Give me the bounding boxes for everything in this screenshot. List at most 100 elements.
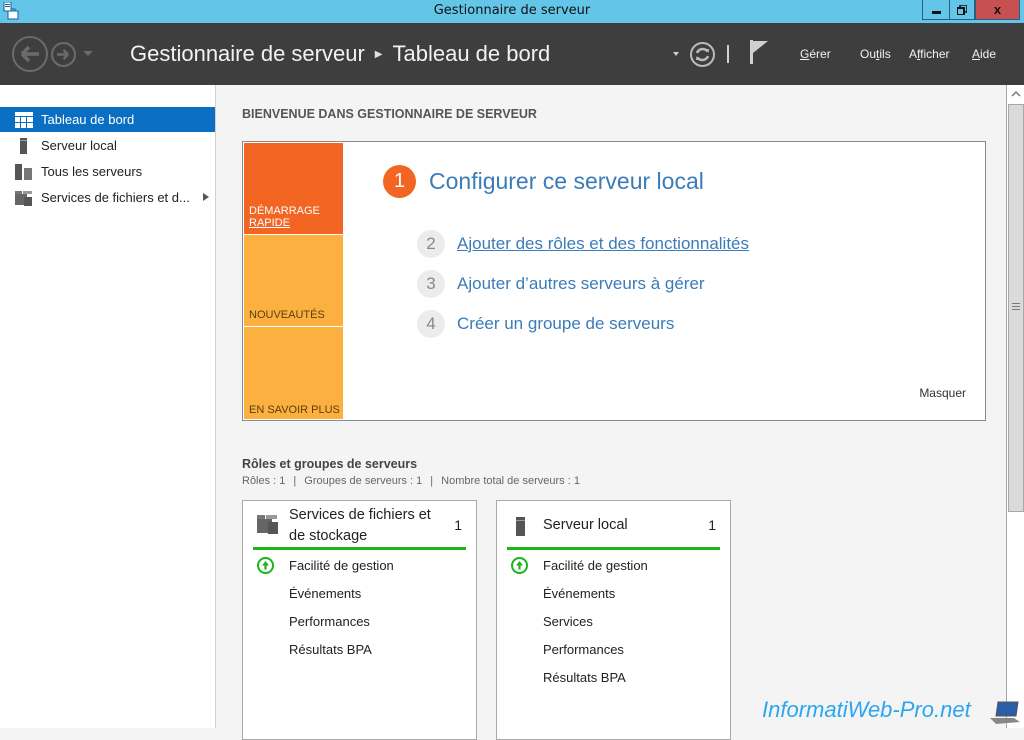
- tile-file-storage-services: Services de fichiers et de stockage 1 Fa…: [242, 500, 477, 740]
- minimize-button[interactable]: [922, 0, 950, 20]
- grip-line: [1012, 306, 1020, 307]
- servers-icon: [15, 163, 32, 180]
- tile-row-performance[interactable]: Performances: [289, 614, 370, 629]
- file-services-icon: [15, 190, 32, 206]
- title-bar: Gestionnaire de serveur x: [0, 0, 1024, 23]
- tile-row-bpa-results[interactable]: Résultats BPA: [289, 642, 372, 657]
- breadcrumb-current: Tableau de bord: [392, 41, 551, 66]
- tile-title-line1: Services de fichiers et: [289, 507, 431, 523]
- tile-count: 1: [454, 517, 462, 533]
- tile-row-manageability[interactable]: Facilité de gestion: [289, 558, 394, 573]
- step-create-server-group[interactable]: 4 Créer un groupe de serveurs: [417, 310, 674, 338]
- app-header: Gestionnaire de serveur ▶ Tableau de bor…: [0, 23, 1024, 85]
- notifications-flag-icon[interactable]: [749, 40, 769, 64]
- menu-tools[interactable]: Outils: [860, 47, 891, 61]
- arrow-left-icon: [20, 45, 39, 63]
- tile-title-line2: de stockage: [289, 528, 368, 544]
- sidebar-item-label: Serveur local: [41, 138, 117, 153]
- close-button[interactable]: x: [975, 0, 1020, 20]
- tile-count: 1: [708, 517, 716, 533]
- tile-row-bpa-results[interactable]: Résultats BPA: [543, 670, 626, 685]
- sidebar-item-label: Tous les serveurs: [41, 164, 143, 179]
- menu-manage-label: érer: [809, 47, 831, 61]
- tab-label: NOUVEAUTÉS: [249, 309, 325, 321]
- menu-view[interactable]: Afficher: [909, 47, 949, 61]
- tab-whats-new[interactable]: NOUVEAUTÉS: [244, 235, 343, 326]
- window-title: Gestionnaire de serveur: [433, 3, 591, 18]
- server-icon: [20, 137, 27, 154]
- menu-manage[interactable]: Gérer: [800, 47, 831, 61]
- expand-arrow-icon[interactable]: [203, 193, 209, 201]
- tile-header[interactable]: Serveur local 1: [507, 501, 720, 550]
- menu-help-label-rest: ide: [980, 47, 997, 61]
- step-link[interactable]: Configurer ce serveur local: [429, 168, 704, 195]
- step-configure-local-server[interactable]: 1 Configurer ce serveur local: [383, 165, 704, 198]
- tile-local-server: Serveur local 1 Facilité de gestion Évén…: [496, 500, 731, 740]
- dropdown-icon[interactable]: [673, 52, 679, 56]
- sidebar-item-all-servers[interactable]: Tous les serveurs: [0, 159, 215, 184]
- arrow-right-icon: [57, 49, 69, 60]
- header-divider: [727, 45, 729, 63]
- step-link[interactable]: Créer un groupe de serveurs: [457, 314, 674, 334]
- status-ok-icon: [257, 557, 274, 574]
- back-button[interactable]: [12, 36, 48, 72]
- menu-help-accesskey: A: [972, 47, 981, 61]
- breadcrumb: Gestionnaire de serveur ▶ Tableau de bor…: [130, 41, 550, 67]
- roles-count: Rôles : 1: [242, 475, 286, 487]
- tab-quick-start[interactable]: DÉMARRAGE RAPIDE: [244, 143, 343, 234]
- forward-button[interactable]: [51, 42, 76, 67]
- breadcrumb-root[interactable]: Gestionnaire de serveur: [130, 41, 365, 67]
- restore-button[interactable]: [949, 0, 975, 20]
- tile-row-manageability[interactable]: Facilité de gestion: [543, 558, 648, 573]
- step-number-badge: 3: [417, 270, 445, 298]
- main-content: BIENVENUE DANS GESTIONNAIRE DE SERVEUR D…: [217, 85, 1006, 740]
- stat-separator: |: [430, 475, 434, 487]
- grip-line: [1012, 303, 1020, 304]
- server-groups-count: Groupes de serveurs : 1: [304, 475, 423, 487]
- tile-row-events[interactable]: Événements: [543, 586, 615, 601]
- tab-label: EN SAVOIR PLUS: [249, 404, 340, 416]
- roles-section-title: Rôles et groupes de serveurs: [242, 457, 418, 471]
- step-number-badge: 1: [383, 165, 416, 198]
- tab-label-line2: RAPIDE: [249, 217, 290, 229]
- menu-tools-label: Ou: [860, 47, 877, 61]
- total-servers-count: Nombre total de serveurs : 1: [441, 475, 580, 487]
- refresh-button[interactable]: [690, 42, 715, 67]
- server-icon: [516, 517, 525, 536]
- refresh-icon: [695, 47, 710, 62]
- sidebar-item-file-services[interactable]: Services de fichiers et d...: [0, 185, 215, 210]
- tile-row-performance[interactable]: Performances: [543, 642, 624, 657]
- menu-view-label-rest: ficher: [920, 47, 950, 61]
- step-link[interactable]: Ajouter d’autres serveurs à gérer: [457, 274, 705, 294]
- watermark: InformatiWeb-Pro.net: [762, 697, 971, 722]
- tile-header[interactable]: Services de fichiers et de stockage 1: [253, 501, 466, 550]
- step-link[interactable]: Ajouter des rôles et des fonctionnalités: [457, 234, 749, 254]
- menu-tools-label-rest: ils: [879, 47, 891, 61]
- close-icon: x: [993, 2, 1002, 17]
- sidebar-item-label: Services de fichiers et d...: [41, 190, 190, 205]
- welcome-title: BIENVENUE DANS GESTIONNAIRE DE SERVEUR: [242, 107, 537, 121]
- stat-separator: |: [293, 475, 297, 487]
- scroll-thumb[interactable]: [1008, 104, 1024, 512]
- chevron-up-icon: [1010, 90, 1021, 97]
- laptop-icon: [990, 701, 1020, 724]
- menu-view-label: A: [909, 47, 918, 61]
- step-add-servers[interactable]: 3 Ajouter d’autres serveurs à gérer: [417, 270, 705, 298]
- status-ok-icon: [511, 557, 528, 574]
- tile-title: Services de fichiers et de stockage: [289, 505, 431, 547]
- step-add-roles[interactable]: 2 Ajouter des rôles et des fonctionnalit…: [417, 230, 749, 258]
- tab-learn-more[interactable]: EN SAVOIR PLUS: [244, 327, 343, 419]
- menu-help[interactable]: Aide: [972, 47, 996, 61]
- step-number-badge: 2: [417, 230, 445, 258]
- sidebar: Tableau de bord Serveur local Tous les s…: [0, 85, 216, 728]
- menu-manage-accesskey: G: [800, 47, 810, 61]
- tile-row-services[interactable]: Services: [543, 614, 593, 629]
- tile-row-events[interactable]: Événements: [289, 586, 361, 601]
- hide-button[interactable]: Masquer: [919, 386, 966, 400]
- scroll-up-button[interactable]: [1007, 85, 1024, 103]
- vertical-scrollbar[interactable]: [1006, 85, 1024, 728]
- history-dropdown-icon[interactable]: [83, 51, 93, 56]
- quickstart-panel: DÉMARRAGE RAPIDE NOUVEAUTÉS EN SAVOIR PL…: [242, 141, 986, 421]
- sidebar-item-dashboard[interactable]: Tableau de bord: [0, 107, 215, 132]
- sidebar-item-local-server[interactable]: Serveur local: [0, 133, 215, 158]
